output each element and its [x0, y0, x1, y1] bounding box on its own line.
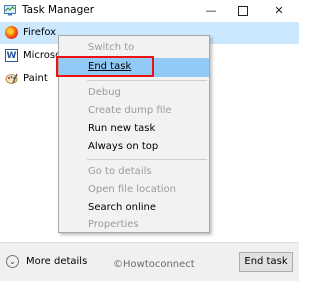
menu-item-label: Properties — [88, 219, 139, 230]
maximize-button[interactable] — [226, 0, 260, 22]
chevron-down-icon[interactable]: ⌄ — [6, 255, 19, 268]
close-button[interactable]: ✕ — [262, 0, 296, 22]
menu-item-label: Debug — [88, 87, 121, 98]
menu-item-label: Run new task — [88, 123, 156, 134]
process-name: Firefox — [23, 27, 57, 38]
menu-item-always-on-top[interactable]: Always on top — [59, 138, 209, 157]
menu-item-create-dump-file[interactable]: Create dump file — [59, 102, 209, 121]
process-name: Paint — [23, 73, 48, 84]
menu-item-open-file-location[interactable]: Open file location — [59, 181, 209, 200]
word-icon: W — [5, 49, 18, 62]
menu-item-label: Switch to — [88, 42, 135, 53]
end-task-button[interactable]: End task — [239, 252, 293, 272]
task-manager-icon — [4, 5, 16, 16]
annotation-highlight-box — [56, 56, 154, 77]
maximize-icon — [238, 6, 248, 16]
title-bar: Task Manager — ✕ — [0, 0, 299, 22]
firefox-icon — [5, 26, 18, 39]
watermark: ©Howtoconnect — [113, 259, 195, 270]
context-menu: Switch to End task Debug Create dump fil… — [56, 35, 210, 235]
menu-separator — [87, 80, 207, 81]
menu-item-label: Go to details — [88, 166, 152, 177]
more-details-link[interactable]: More details — [26, 256, 87, 267]
menu-item-label: Open file location — [88, 184, 176, 195]
menu-item-label: Create dump file — [88, 105, 172, 116]
menu-item-end-task[interactable]: End task — [56, 56, 209, 77]
menu-separator — [87, 159, 207, 160]
minimize-button[interactable]: — — [194, 0, 228, 22]
menu-item-go-to-details[interactable]: Go to details — [59, 163, 209, 182]
menu-item-label: Always on top — [88, 141, 159, 152]
menu-item-properties[interactable]: Properties — [59, 216, 209, 235]
window-title: Task Manager — [22, 4, 95, 16]
paint-icon — [5, 72, 18, 85]
menu-item-label: Search online — [88, 202, 157, 213]
menu-item-run-new-task[interactable]: Run new task — [59, 120, 209, 139]
menu-item-debug[interactable]: Debug — [59, 84, 209, 103]
